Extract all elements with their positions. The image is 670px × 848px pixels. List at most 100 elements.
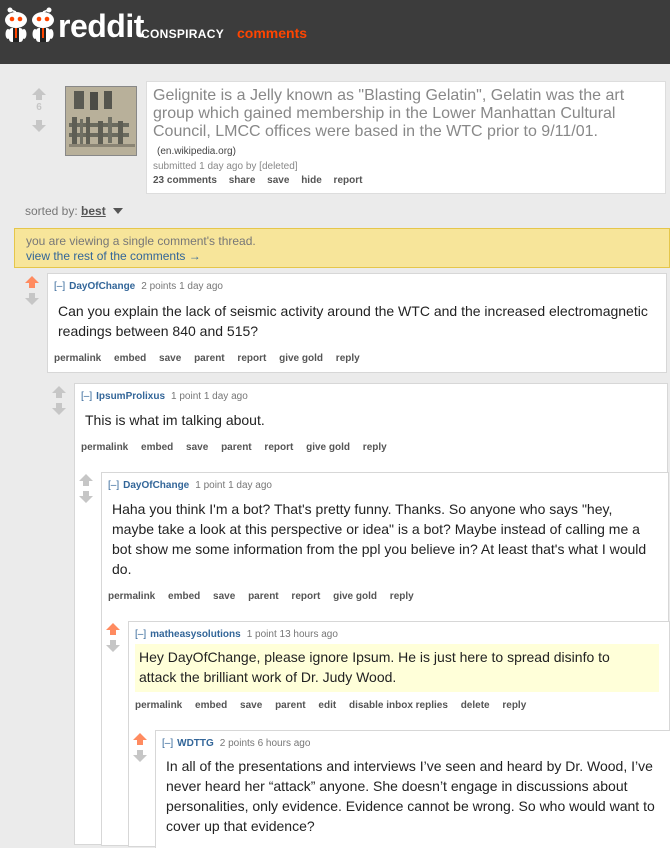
notice-text: you are viewing a single comment's threa… [26,234,256,248]
comment-author-link[interactable]: IpsumProlixus [96,391,165,402]
comment-author-link[interactable]: WDTTG [177,738,214,749]
comment-tagline: [–] DayOfChange 1 point 1 day ago [108,480,272,491]
embed-link[interactable]: embed [141,442,173,453]
permalink-link[interactable]: permalink [108,591,155,602]
disable-inbox-replies-link[interactable]: disable inbox replies [349,700,448,711]
report-link[interactable]: report [237,353,266,364]
parent-link[interactable]: parent [194,353,225,364]
header-bar: reddit CONSPIRACY comments [0,0,670,64]
collapse-toggle[interactable]: [–] [135,629,146,640]
embed-link[interactable]: embed [195,700,227,711]
permalink-link[interactable]: permalink [81,442,128,453]
embed-link[interactable]: embed [114,353,146,364]
comment-score: 1 point [246,629,277,640]
reply-link[interactable]: reply [502,700,526,711]
comment-time: 1 day ago [228,480,272,491]
save-link[interactable]: save [213,591,235,602]
comment-upvote-arrow-icon[interactable] [52,386,66,398]
embed-link[interactable]: embed [168,591,200,602]
post-title-text[interactable]: Gelignite is a Jelly known as "Blasting … [153,87,624,140]
report-link[interactable]: report [264,442,293,453]
comment-action-buttons: permalink embed save parent report give … [81,442,397,453]
permalink-link[interactable]: permalink [135,700,182,711]
post-upvote-arrow-icon[interactable] [32,88,46,100]
collapse-toggle[interactable]: [–] [162,738,173,749]
hide-button[interactable]: hide [301,175,322,186]
save-link[interactable]: save [159,353,181,364]
comment-downvote-arrow-icon[interactable] [52,403,66,415]
give-gold-link[interactable]: give gold [279,353,323,364]
subreddit-name-link[interactable]: CONSPIRACY [141,27,224,41]
sort-selector: sorted by: best [25,204,124,218]
view-rest-link[interactable]: view the rest of the comments → [26,249,658,264]
comment-tagline: [–] IpsumProlixus 1 point 1 day ago [81,391,248,402]
sort-value-dropdown[interactable]: best [81,204,106,218]
post-thumbnail-image[interactable] [65,86,137,156]
comment-tagline: [–] WDTTG 2 points 6 hours ago [162,738,310,749]
comment-body: In all of the presentations and intervie… [166,758,655,834]
save-button[interactable]: save [267,175,289,186]
comment-score: 2 points [141,281,177,292]
report-button[interactable]: report [334,175,363,186]
post-downvote-arrow-icon[interactable] [32,120,46,132]
post-score: 6 [36,102,42,113]
comment-author-link[interactable]: DayOfChange [123,480,189,491]
single-thread-notice: you are viewing a single comment's threa… [14,228,670,268]
save-link[interactable]: save [186,442,208,453]
comment-time: 1 day ago [203,391,248,402]
comment-downvote-arrow-icon[interactable] [133,750,147,762]
sort-label: sorted by: [25,204,78,218]
post-domain[interactable]: (en.wikipedia.org) [157,146,236,157]
comment-tagline: [–] matheasysolutions 1 point 13 hours ago [135,629,338,640]
comment-time: 13 hours ago [279,629,338,640]
comment-action-buttons: permalink embed save parent report give … [108,591,424,602]
parent-link[interactable]: parent [221,442,252,453]
reddit-alien-logo-icon[interactable] [2,6,58,46]
comment-upvote-arrow-icon[interactable] [106,623,120,635]
report-link[interactable]: report [291,591,320,602]
parent-link[interactable]: parent [275,700,306,711]
collapse-toggle[interactable]: [–] [81,391,92,402]
post-title[interactable]: Gelignite is a Jelly known as "Blasting … [153,87,658,161]
comment-downvote-arrow-icon[interactable] [79,491,93,503]
chevron-down-icon[interactable] [113,208,124,214]
permalink-link[interactable]: permalink [54,353,101,364]
comment-body: Haha you think I'm a bot? That's pretty … [112,501,647,577]
comment-downvote-arrow-icon[interactable] [106,640,120,652]
share-button[interactable]: share [229,175,256,186]
comment-score: 1 point [195,480,226,491]
comments-count-link[interactable]: 23 comments [153,175,217,186]
edit-link[interactable]: edit [318,700,336,711]
reply-link[interactable]: reply [363,442,387,453]
comment-tagline: [–] DayOfChange 2 points 1 day ago [54,281,223,292]
comment-body: This is what im talking about. [85,412,265,428]
comment-thread: [–] DayOfChange 1 point 1 day ago Haha you… [101,472,670,848]
save-link[interactable]: save [240,700,262,711]
post-action-buttons: 23 comments share save hide report [153,175,371,186]
comment-score: 2 points [219,738,255,749]
comment-upvote-arrow-icon[interactable] [25,276,39,288]
comment-score: 1 point [171,391,202,402]
comment-thread: [–] WDTTG 2 points 6 hours ago In all of t… [155,730,670,848]
comment-upvote-arrow-icon[interactable] [79,474,93,486]
parent-link[interactable]: parent [248,591,279,602]
collapse-toggle[interactable]: [–] [108,480,119,491]
comment-author-link[interactable]: matheasysolutions [150,629,241,640]
comment-author-link[interactable]: DayOfChange [69,281,135,292]
comment-action-buttons: permalink embed save parent edit disable… [135,700,536,711]
comment-time: 1 day ago [179,281,223,292]
delete-link[interactable]: delete [461,700,490,711]
page-name-comments[interactable]: comments [237,25,307,41]
reply-link[interactable]: reply [390,591,414,602]
comment-downvote-arrow-icon[interactable] [25,293,39,305]
comment-upvote-arrow-icon[interactable] [133,733,147,745]
reddit-wordmark[interactable]: reddit [58,8,144,45]
post-entry: Gelignite is a Jelly known as "Blasting … [146,81,666,194]
collapse-toggle[interactable]: [–] [54,281,65,292]
comment-time: 6 hours ago [257,738,311,749]
comment-thread: [–] matheasysolutions 1 point 13 hours ago… [128,621,670,848]
give-gold-link[interactable]: give gold [306,442,350,453]
reply-link[interactable]: reply [336,353,360,364]
comment-action-buttons: permalink embed save parent report give … [54,353,370,364]
give-gold-link[interactable]: give gold [333,591,377,602]
